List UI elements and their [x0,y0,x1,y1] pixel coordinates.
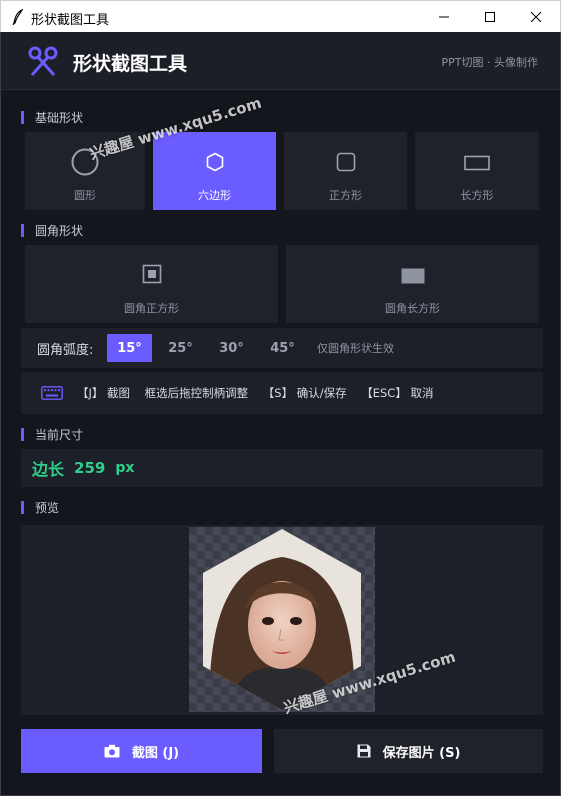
radius-note: 仅圆角形状生效 [317,342,394,355]
size-unit: px [115,460,135,476]
preview-panel [21,525,543,715]
square-icon [336,152,355,172]
shape-square-button[interactable]: 正方形 [284,132,407,210]
shape-label: 长方形 [460,189,494,202]
section-rounded-shapes: 圆角形状 [21,223,84,238]
shape-label: 六边形 [198,189,231,202]
shape-label: 圆角长方形 [385,302,440,315]
section-basic-shapes: 基础形状 [21,110,84,125]
shortcut-text: 【J】 截图 框选后拖控制柄调整 【S】 确认/保存 【ESC】 取消 [77,386,434,400]
section-preview: 预览 [21,500,60,515]
size-value: 259 [74,459,106,477]
section-label: 当前尺寸 [35,427,84,442]
scissors-icon [28,46,58,76]
section-label: 基础形状 [35,110,84,125]
size-readout: 边长 259 px [21,449,543,487]
shape-label: 圆角正方形 [124,302,179,315]
hexagon-icon [206,152,223,172]
app-window: 形状截图工具 PPT切图 · 头像制作 基础形状 圆形 六边形 正方形 长方形 … [0,32,561,796]
close-button[interactable] [513,1,559,33]
section-marker [21,427,24,441]
window-titlebar: 形状截图工具 [0,0,561,32]
capture-button[interactable]: 截图 (J) [21,729,262,773]
radius-option-25[interactable]: 25° [158,334,203,362]
section-marker [21,500,24,514]
rectangle-icon [464,155,490,171]
app-header: 形状截图工具 PPT切图 · 头像制作 [1,32,560,90]
capture-button-label: 截图 (J) [131,745,180,761]
shape-label: 圆形 [74,189,96,202]
section-current-size: 当前尺寸 [21,427,84,442]
window-title: 形状截图工具 [31,13,110,28]
camera-icon [104,744,120,758]
section-marker [21,110,24,124]
close-icon [531,12,541,22]
section-marker [21,223,24,237]
radius-label: 圆角弧度: [37,342,94,358]
radius-option-15[interactable]: 15° [107,334,152,362]
save-button-label: 保存图片 (S) [382,745,461,761]
radius-option-30[interactable]: 30° [209,334,254,362]
radius-option-45[interactable]: 45° [260,334,305,362]
minimize-icon [439,16,449,18]
maximize-icon [485,12,495,22]
shape-rectangle-button[interactable]: 长方形 [415,132,539,210]
feather-icon [12,9,24,25]
shape-label: 正方形 [329,189,362,202]
shape-hexagon-button[interactable]: 六边形 [153,132,276,210]
section-label: 圆角形状 [35,223,84,238]
shape-rounded-rectangle-button[interactable]: 圆角长方形 [286,245,539,323]
minimize-button[interactable] [421,1,467,33]
rounded-rectangle-icon [401,268,424,284]
app-subtitle: PPT切图 · 头像制作 [441,56,538,69]
section-label: 预览 [35,500,60,515]
app-title: 形状截图工具 [73,54,188,75]
shortcut-hints: 【J】 截图 框选后拖控制柄调整 【S】 确认/保存 【ESC】 取消 [21,372,543,414]
rounded-square-icon [142,264,161,284]
save-image-button[interactable]: 保存图片 (S) [274,729,543,773]
keyboard-icon [41,386,63,400]
shape-rounded-square-button[interactable]: 圆角正方形 [25,245,278,323]
save-icon [357,744,371,758]
size-label: 边长 [32,460,65,479]
radius-selector: 圆角弧度: 15° 25° 30° 45° 仅圆角形状生效 [21,328,543,368]
maximize-button[interactable] [467,1,513,33]
